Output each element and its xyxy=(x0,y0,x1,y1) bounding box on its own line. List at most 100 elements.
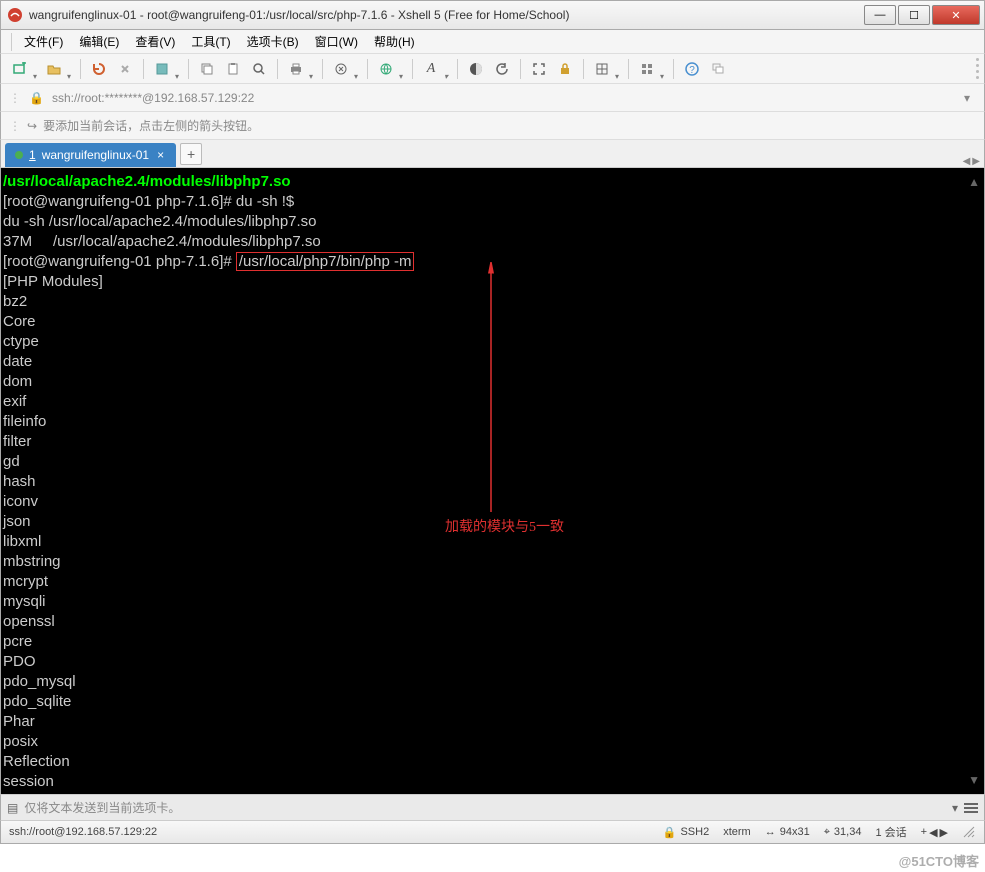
tab-label: wangruifenglinux-01 xyxy=(42,148,149,162)
chevron-left-icon[interactable]: ◀ xyxy=(929,826,937,839)
encoding-icon[interactable] xyxy=(375,58,397,80)
status-position: ⌖ 31,34 xyxy=(824,826,862,839)
php-module: mcrypt xyxy=(3,572,982,592)
cascade-icon[interactable] xyxy=(707,58,729,80)
resize-grip-icon[interactable] xyxy=(962,825,976,839)
svg-text:?: ? xyxy=(689,65,695,76)
php-module: iconv xyxy=(3,492,982,512)
grip-icon xyxy=(11,33,12,51)
terminal[interactable]: /usr/local/apache2.4/modules/libphp7.so … xyxy=(0,168,985,794)
php-module: posix xyxy=(3,732,982,752)
plus-icon[interactable]: + xyxy=(921,826,927,838)
php-module: dom xyxy=(3,372,982,392)
php-module: bz2 xyxy=(3,292,982,312)
annotation-text: 加载的模块与5一致 xyxy=(445,518,564,538)
menubar: 文件(F) 编辑(E) 查看(V) 工具(T) 选项卡(B) 窗口(W) 帮助(… xyxy=(0,30,985,54)
layout-icon[interactable] xyxy=(591,58,613,80)
prompt: [root@wangruifeng-01 php-7.1.6]# xyxy=(3,253,236,270)
php-module: hash xyxy=(3,472,982,492)
toolbar-sep xyxy=(367,59,368,79)
color-scheme-icon[interactable] xyxy=(465,58,487,80)
address-input[interactable]: ssh://root:********@192.168.57.129:22 xyxy=(52,91,950,105)
menu-edit[interactable]: 编辑(E) xyxy=(73,31,125,52)
disconnect-icon[interactable] xyxy=(114,58,136,80)
toolbar-sep xyxy=(673,59,674,79)
new-session-icon[interactable] xyxy=(9,58,31,80)
scroll-down-icon[interactable]: ▼ xyxy=(968,770,980,790)
toolbar-sep xyxy=(277,59,278,79)
info-text: 要添加当前会话，点击左侧的箭头按钮。 xyxy=(43,117,259,134)
tab-close-icon[interactable]: × xyxy=(155,148,166,162)
toolbar-sep xyxy=(583,59,584,79)
script-icon[interactable] xyxy=(330,58,352,80)
php-module: mysqli xyxy=(3,592,982,612)
compose-dropdown-icon[interactable]: ▾ xyxy=(952,801,958,815)
find-icon[interactable] xyxy=(248,58,270,80)
php-module: pcre xyxy=(3,632,982,652)
menu-tools[interactable]: 工具(T) xyxy=(185,31,236,52)
php-module: Phar xyxy=(3,712,982,732)
window-titlebar: wangruifenglinux-01 - root@wangruifeng-0… xyxy=(0,0,985,30)
tile-icon[interactable] xyxy=(636,58,658,80)
compose-mode-icon[interactable]: ▤ xyxy=(7,801,18,815)
address-dropdown-icon[interactable]: ▾ xyxy=(958,91,976,105)
prompt: [root@wangruifeng-01 php-7.1.6]# xyxy=(3,193,236,210)
lock-icon[interactable] xyxy=(554,58,576,80)
menu-tabs[interactable]: 选项卡(B) xyxy=(241,31,305,52)
app-logo-icon xyxy=(7,7,23,23)
toolbar-sep xyxy=(457,59,458,79)
terminal-path: /usr/local/apache2.4/modules/libphp7.so xyxy=(3,173,291,190)
help-icon[interactable]: ? xyxy=(681,58,703,80)
add-session-arrow-icon[interactable]: ↪ xyxy=(27,119,37,133)
fullscreen-icon[interactable] xyxy=(528,58,550,80)
caret-position-icon: ⌖ xyxy=(824,826,830,839)
menu-help[interactable]: 帮助(H) xyxy=(368,31,421,52)
add-tab-button[interactable]: + xyxy=(180,143,202,165)
php-module: Reflection xyxy=(3,752,982,772)
session-tab[interactable]: 1 wangruifenglinux-01 × xyxy=(5,143,176,167)
print-icon[interactable] xyxy=(285,58,307,80)
font-icon[interactable]: A xyxy=(420,58,442,80)
properties-icon[interactable] xyxy=(151,58,173,80)
php-module: ctype xyxy=(3,332,982,352)
watermark: @51CTO博客 xyxy=(899,851,979,870)
window-title: wangruifenglinux-01 - root@wangruifeng-0… xyxy=(29,8,862,22)
open-session-icon[interactable] xyxy=(43,58,65,80)
menu-window[interactable]: 窗口(W) xyxy=(309,31,364,52)
info-grip-icon: ⋮ xyxy=(9,119,21,133)
php-module: mbstring xyxy=(3,552,982,572)
paste-icon[interactable] xyxy=(222,58,244,80)
maximize-button[interactable]: ☐ xyxy=(898,5,930,25)
tab-next-icon[interactable]: ▶ xyxy=(972,156,980,167)
scroll-up-icon[interactable]: ▲ xyxy=(968,172,980,192)
menu-view[interactable]: 查看(V) xyxy=(129,31,181,52)
info-bar: ⋮ ↪ 要添加当前会话，点击左侧的箭头按钮。 xyxy=(0,112,985,140)
compose-menu-icon[interactable] xyxy=(964,803,978,813)
compose-placeholder[interactable]: 仅将文本发送到当前选项卡。 xyxy=(24,799,946,816)
tab-prev-icon[interactable]: ◀ xyxy=(963,156,971,167)
status-bar: ssh://root@192.168.57.129:22 🔒SSH2 xterm… xyxy=(0,820,985,844)
php-module: gd xyxy=(3,452,982,472)
toolbar-sep xyxy=(80,59,81,79)
status-connection: ssh://root@192.168.57.129:22 xyxy=(9,826,157,838)
status-protocol: 🔒SSH2 xyxy=(663,826,709,839)
size-icon: ↔ xyxy=(765,826,776,838)
minimize-button[interactable]: — xyxy=(864,5,896,25)
toolbar: A ? xyxy=(0,54,985,84)
php-module: pdo_sqlite xyxy=(3,692,982,712)
menu-file[interactable]: 文件(F) xyxy=(18,31,69,52)
php-module: fileinfo xyxy=(3,412,982,432)
copy-icon[interactable] xyxy=(196,58,218,80)
chevron-right-icon[interactable]: ▶ xyxy=(940,826,948,839)
toolbar-sep xyxy=(322,59,323,79)
terminal-output: 37M /usr/local/apache2.4/modules/libphp7… xyxy=(3,232,982,252)
reconnect-icon[interactable] xyxy=(88,58,110,80)
close-button[interactable]: ✕ xyxy=(932,5,980,25)
php-module: PDO xyxy=(3,652,982,672)
toolbar-sep xyxy=(628,59,629,79)
status-term: xterm xyxy=(723,826,751,838)
refresh-icon[interactable] xyxy=(491,58,513,80)
php-module: date xyxy=(3,352,982,372)
toolbar-grip-icon xyxy=(974,56,980,81)
address-bar: ⋮ 🔒 ssh://root:********@192.168.57.129:2… xyxy=(0,84,985,112)
